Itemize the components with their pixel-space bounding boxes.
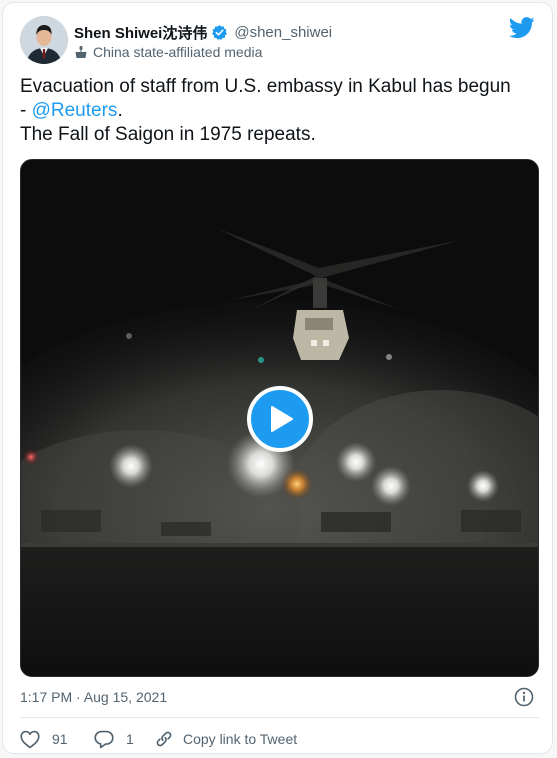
avatar[interactable]: [20, 16, 68, 64]
like-count: 91: [52, 731, 68, 747]
reply-count: 1: [126, 731, 134, 747]
copy-link-button[interactable]: Copy link to Tweet: [154, 729, 297, 749]
play-icon: [271, 406, 293, 432]
tweet-text-dash: -: [20, 100, 32, 121]
state-media-label[interactable]: China state-affiliated media: [74, 43, 262, 61]
tweet-text-line: The Fall of Saigon in 1975 repeats.: [20, 124, 316, 145]
video-player[interactable]: [20, 159, 539, 677]
info-icon[interactable]: [514, 687, 534, 707]
divider: [20, 717, 539, 718]
podium-icon: [74, 45, 88, 59]
heart-icon: [20, 730, 40, 748]
author-name-row: Shen Shiwei沈诗伟 @shen_shiwei: [74, 21, 332, 43]
reply-icon: [94, 730, 114, 748]
tweet-text-line: Evacuation of staff from U.S. embassy in…: [20, 76, 511, 97]
link-icon: [156, 731, 172, 747]
like-button[interactable]: 91: [20, 730, 94, 749]
author-handle[interactable]: @shen_shiwei: [234, 24, 332, 41]
mention-link[interactable]: @Reuters: [32, 100, 118, 121]
copy-link-label: Copy link to Tweet: [183, 731, 298, 747]
twitter-bird-icon[interactable]: [508, 17, 535, 39]
affiliation-text: China state-affiliated media: [93, 44, 263, 60]
tweet-timestamp[interactable]: 1:17 PM · Aug 15, 2021: [20, 689, 167, 705]
tweet-text: Evacuation of staff from U.S. embassy in…: [20, 75, 540, 147]
play-button[interactable]: [247, 386, 313, 452]
tweet-actions: 91 1 Copy link to Tweet: [20, 727, 297, 751]
author-display-name[interactable]: Shen Shiwei沈诗伟: [74, 22, 207, 43]
verified-badge-icon: [211, 24, 228, 41]
reply-button[interactable]: 1: [94, 730, 154, 749]
tweet-text-period: .: [117, 100, 123, 121]
tweet-text-line: - @Reuters.: [20, 99, 540, 123]
tweet-card: Shen Shiwei沈诗伟 @shen_shiwei China state-…: [2, 2, 553, 754]
